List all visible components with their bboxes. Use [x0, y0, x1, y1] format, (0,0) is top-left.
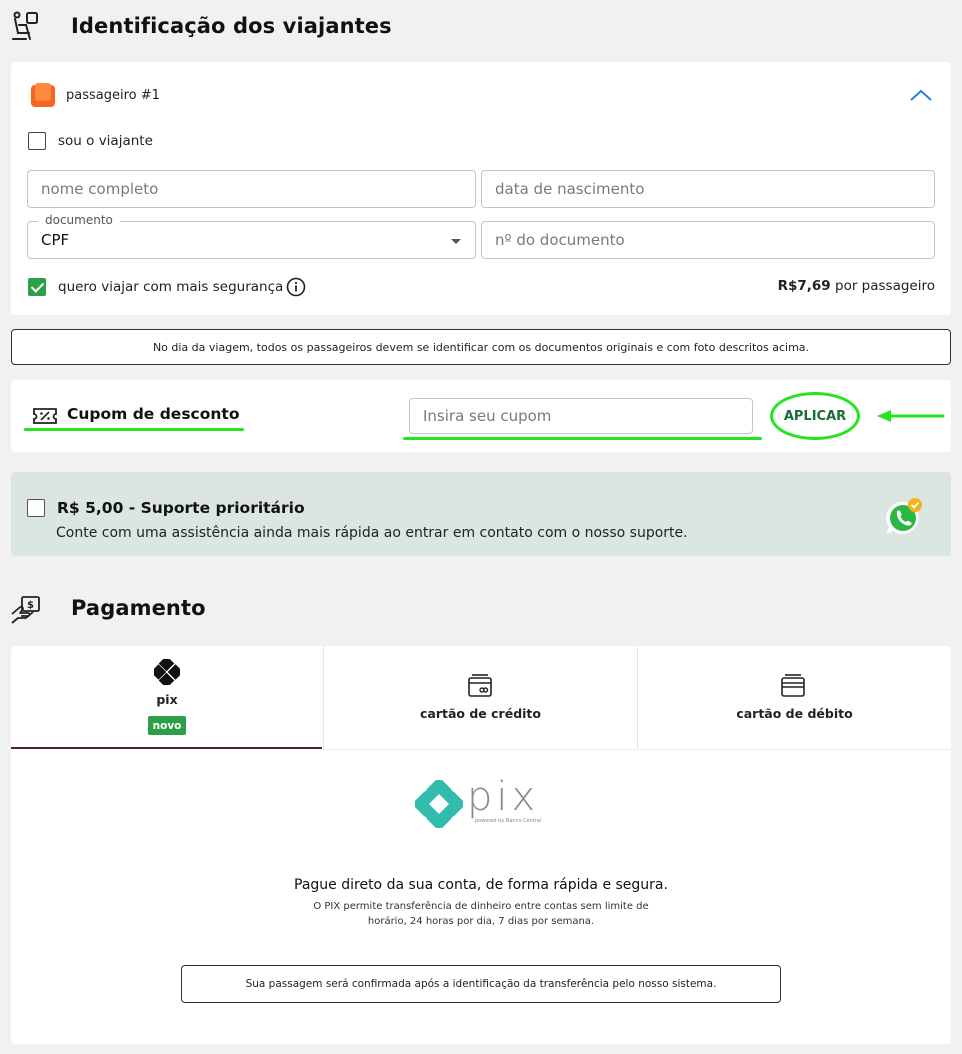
active-tab-indicator [11, 747, 322, 749]
traveler-seat-icon [12, 11, 38, 40]
tab-debit-card[interactable]: cartão de débito [638, 646, 951, 749]
arrow-left-icon [877, 410, 945, 422]
chevron-up-icon[interactable] [909, 87, 933, 103]
insurance-checkbox[interactable] [28, 278, 46, 296]
document-type-select[interactable]: documento CPF [27, 213, 476, 259]
debit-card-icon [781, 674, 805, 697]
pix-confirmation-notice: Sua passagem será confirmada após a iden… [181, 965, 781, 1003]
priority-support-card[interactable]: R$ 5,00 - Suporte prioritário Conte com … [11, 472, 951, 556]
birth-date-input[interactable] [481, 170, 935, 208]
priority-support-description: Conte com uma assistência ainda mais ráp… [56, 525, 688, 541]
payment-hand-icon: $ [11, 596, 40, 624]
passenger-card: passageiro #1 sou o viajante documento C… [11, 62, 951, 315]
pix-logo-tagline: powered by Banco Central [475, 818, 542, 824]
insurance-price-suffix: por passageiro [835, 278, 935, 294]
pix-headline: Pague direto da sua conta, de forma rápi… [294, 877, 668, 893]
payment-panel: pix novo cartão de crédito cartão de déb… [11, 646, 951, 1044]
coupon-title: Cupom de desconto [67, 405, 240, 423]
self-traveler-checkbox[interactable] [28, 132, 46, 150]
credit-card-icon [468, 674, 492, 697]
priority-support-checkbox[interactable] [27, 499, 45, 517]
pix-logo: pix powered by Banco Central [415, 774, 549, 828]
document-legend: documento [38, 213, 120, 227]
tabs-divider-line [322, 749, 951, 750]
pix-icon [154, 659, 180, 685]
coupon-title-highlight [24, 428, 244, 431]
pix-logo-text: pix [467, 774, 540, 820]
insurance-price-line: R$7,69 por passageiro [778, 278, 935, 294]
tab-debit-card-label: cartão de débito [736, 706, 853, 721]
tab-credit-card-label: cartão de crédito [420, 706, 541, 721]
tab-credit-card[interactable]: cartão de crédito [324, 646, 637, 749]
identification-notice: No dia da viagem, todos os passageiros d… [11, 329, 951, 365]
tab-pix-label: pix [156, 692, 178, 707]
insurance-price: R$7,69 [777, 278, 831, 294]
info-icon[interactable] [286, 277, 306, 297]
caret-down-icon [451, 239, 461, 244]
coupon-input-highlight [403, 437, 762, 440]
seat-icon [31, 83, 55, 107]
coupon-input[interactable] [409, 398, 753, 434]
coupon-card: Cupom de desconto APLICAR [11, 380, 951, 452]
passenger-label: passageiro #1 [66, 88, 160, 103]
pix-logo-mark-icon [415, 780, 463, 828]
ticket-percent-icon [33, 408, 57, 424]
travelers-section-title: Identificação dos viajantes [71, 14, 392, 38]
payment-section-title: Pagamento [71, 596, 206, 620]
payment-section-header: $ Pagamento [0, 593, 962, 627]
apply-coupon-button[interactable]: APLICAR [770, 392, 860, 440]
document-type-value: CPF [41, 231, 70, 249]
travelers-section-header: Identificação dos viajantes [0, 10, 962, 44]
self-traveler-label: sou o viajante [58, 133, 153, 149]
pix-description: O PIX permite transferência de dinheiro … [313, 901, 649, 927]
new-badge: novo [148, 716, 186, 735]
insurance-label: quero viajar com mais segurança [58, 279, 284, 295]
full-name-input[interactable] [27, 170, 476, 208]
svg-text:$: $ [27, 600, 34, 611]
document-number-input[interactable] [481, 221, 935, 259]
whatsapp-icon [886, 498, 922, 534]
priority-support-title: R$ 5,00 - Suporte prioritário [57, 499, 305, 517]
tab-pix[interactable]: pix novo [11, 646, 323, 749]
